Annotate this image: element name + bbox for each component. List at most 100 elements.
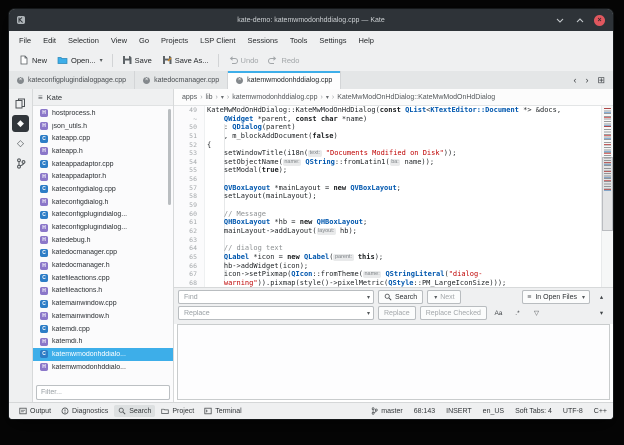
editor-tab[interactable]: ×kateconfigplugindialogpage.cpp: [9, 71, 135, 89]
code-editor[interactable]: 49KateMwModOnHdDialog::KateMwModOnHdDial…: [174, 106, 613, 287]
tab-close-icon[interactable]: ×: [143, 77, 150, 84]
file-item[interactable]: Ckateconfigplugindialog...: [33, 209, 173, 222]
code-line[interactable]: 60 // Message: [174, 210, 613, 219]
open-dropdown-icon[interactable]: ▾: [100, 57, 103, 64]
file-item[interactable]: Ckateconfigdialog.cpp: [33, 183, 173, 196]
file-item[interactable]: Ckatemainwindow.cpp: [33, 297, 173, 310]
file-item[interactable]: Ckateappadaptor.cpp: [33, 158, 173, 171]
search-toggle[interactable]: Search: [114, 405, 155, 417]
cursor-position[interactable]: 68:143: [414, 408, 435, 415]
menu-item-tools[interactable]: Tools: [284, 34, 314, 47]
minimap-thumb[interactable]: [602, 157, 613, 231]
code-line[interactable]: 54 setObjectName(name: QString::fromLati…: [174, 158, 613, 167]
titlebar[interactable]: kate-demo: katemwmodonhddialog.cpp — Kat…: [9, 9, 613, 31]
breadcrumb-expander-icon[interactable]: ▾: [326, 94, 329, 101]
code-line[interactable]: 62 mainLayout->addLayout(layout: hb);: [174, 227, 613, 236]
find-input[interactable]: [182, 293, 367, 302]
code-line[interactable]: 58 setLayout(mainLayout);: [174, 192, 613, 201]
menu-item-settings[interactable]: Settings: [313, 34, 352, 47]
code-line[interactable]: 57 QVBoxLayout *mainLayout = new QVBoxLa…: [174, 184, 613, 193]
replace-dropdown-icon[interactable]: ▾: [367, 310, 370, 317]
file-item[interactable]: Hjson_utils.h: [33, 120, 173, 133]
project-toggle[interactable]: Project: [157, 405, 198, 417]
tree-scrollbar[interactable]: [168, 109, 171, 205]
file-item[interactable]: Hkatemdi.h: [33, 335, 173, 348]
file-item[interactable]: Hkateconfigdialog.h: [33, 196, 173, 209]
collapse-panel-icon[interactable]: ▴: [594, 290, 609, 304]
tab-scroll-right-icon[interactable]: ›: [581, 74, 592, 86]
code-line[interactable]: 56: [174, 175, 613, 184]
breadcrumb-symbol[interactable]: KateMwModOnHdDialog::KateMwModOnHdDialog: [337, 94, 495, 101]
split-view-icon[interactable]: ⊞: [593, 74, 609, 86]
code-line[interactable]: 52{: [174, 141, 613, 150]
redo-button[interactable]: Redo: [263, 53, 304, 68]
input-mode[interactable]: INSERT: [446, 408, 472, 415]
filter-input[interactable]: [37, 389, 169, 396]
minimize-button[interactable]: [554, 14, 566, 26]
code-line[interactable]: 67 icon->setPixmap(QIcon::fromTheme(name…: [174, 270, 613, 279]
menu-item-help[interactable]: Help: [353, 34, 380, 47]
panel-options-icon[interactable]: ▾: [594, 306, 609, 320]
code-line[interactable]: 53 setWindowTitle(i18n(text: "Documents …: [174, 149, 613, 158]
replace-button[interactable]: Replace: [378, 306, 416, 320]
breadcrumb-file[interactable]: katemwmodonhddialog.cpp: [232, 94, 317, 101]
open-button[interactable]: Open... ▾: [52, 52, 108, 68]
find-dropdown-icon[interactable]: ▾: [367, 294, 370, 301]
file-item[interactable]: Ckatefileactions.cpp: [33, 272, 173, 285]
editor-tab[interactable]: ×katemwmodonhddialog.cpp: [228, 71, 341, 89]
project-menu-icon[interactable]: ≡: [38, 93, 43, 102]
file-item[interactable]: Hkatefileactions.h: [33, 285, 173, 298]
code-line[interactable]: 59: [174, 201, 613, 210]
tab-close-icon[interactable]: ×: [17, 77, 24, 84]
save-button[interactable]: Save: [117, 52, 157, 68]
editor-tab[interactable]: ×katedocmanager.cpp: [135, 71, 228, 89]
projects-tool-icon[interactable]: ◆: [12, 115, 29, 132]
tab-settings[interactable]: Soft Tabs: 4: [515, 408, 552, 415]
symbols-tool-icon[interactable]: ◇: [12, 135, 29, 152]
maximize-button[interactable]: [574, 14, 586, 26]
menu-item-projects[interactable]: Projects: [155, 34, 194, 47]
next-button[interactable]: ▾ Next: [427, 290, 460, 304]
file-item[interactable]: Ckatemdi.cpp: [33, 323, 173, 336]
code-line[interactable]: 64 // dialog text: [174, 244, 613, 253]
new-button[interactable]: New: [14, 52, 52, 68]
tab-close-icon[interactable]: ×: [236, 77, 243, 84]
file-item[interactable]: Hkatemwmodonhddialo...: [33, 361, 173, 374]
menu-item-lsp-client[interactable]: LSP Client: [194, 34, 241, 47]
tab-scroll-left-icon[interactable]: ‹: [569, 74, 580, 86]
match-case-icon[interactable]: Aa: [491, 306, 506, 320]
project-panel-header[interactable]: ≡ Kate: [33, 89, 173, 106]
code-line[interactable]: 50 : QDialog(parent): [174, 123, 613, 132]
code-line[interactable]: 51 , m_blockAddDocument(false): [174, 132, 613, 141]
replace-checked-button[interactable]: Replace Checked: [420, 306, 487, 320]
file-item[interactable]: Hkateapp.h: [33, 145, 173, 158]
file-item[interactable]: Hkatedocmanager.h: [33, 259, 173, 272]
menu-item-sessions[interactable]: Sessions: [241, 34, 283, 47]
breadcrumb-lib[interactable]: lib: [206, 94, 213, 101]
code-line[interactable]: 63: [174, 236, 613, 245]
encoding[interactable]: UTF-8: [563, 408, 583, 415]
menu-item-go[interactable]: Go: [133, 34, 155, 47]
code-line[interactable]: 65 QLabel *icon = new QLabel(parent: thi…: [174, 253, 613, 262]
file-item[interactable]: Ckateapp.cpp: [33, 132, 173, 145]
code-line[interactable]: 66 hb->addWidget(icon);: [174, 262, 613, 271]
dictionary[interactable]: en_US: [483, 408, 504, 415]
file-item[interactable]: Hhostprocess.h: [33, 107, 173, 120]
close-button[interactable]: ×: [594, 15, 605, 26]
code-line[interactable]: 49KateMwModOnHdDialog::KateMwModOnHdDial…: [174, 106, 613, 115]
breadcrumb-expander-icon[interactable]: ▾: [221, 94, 224, 101]
file-item[interactable]: Hkateconfigplugindialog...: [33, 221, 173, 234]
code-line[interactable]: 68 warning")).pixmap(style()->pixelMetri…: [174, 279, 613, 287]
search-button[interactable]: Search: [378, 290, 423, 304]
breadcrumb-apps[interactable]: apps: [182, 94, 197, 101]
menu-item-view[interactable]: View: [105, 34, 133, 47]
search-results-area[interactable]: [177, 324, 610, 400]
replace-input[interactable]: [182, 309, 367, 318]
file-item[interactable]: Ckatedocmanager.cpp: [33, 247, 173, 260]
save-as-button[interactable]: Save As...: [157, 52, 214, 68]
output-toggle[interactable]: Output: [15, 405, 55, 417]
code-line[interactable]: 61 QHBoxLayout *hb = new QHBoxLayout;: [174, 218, 613, 227]
undo-button[interactable]: Undo: [223, 53, 264, 68]
code-line[interactable]: ~ QWidget *parent, const char *name): [174, 115, 613, 124]
code-line[interactable]: 55 setModal(true);: [174, 166, 613, 175]
